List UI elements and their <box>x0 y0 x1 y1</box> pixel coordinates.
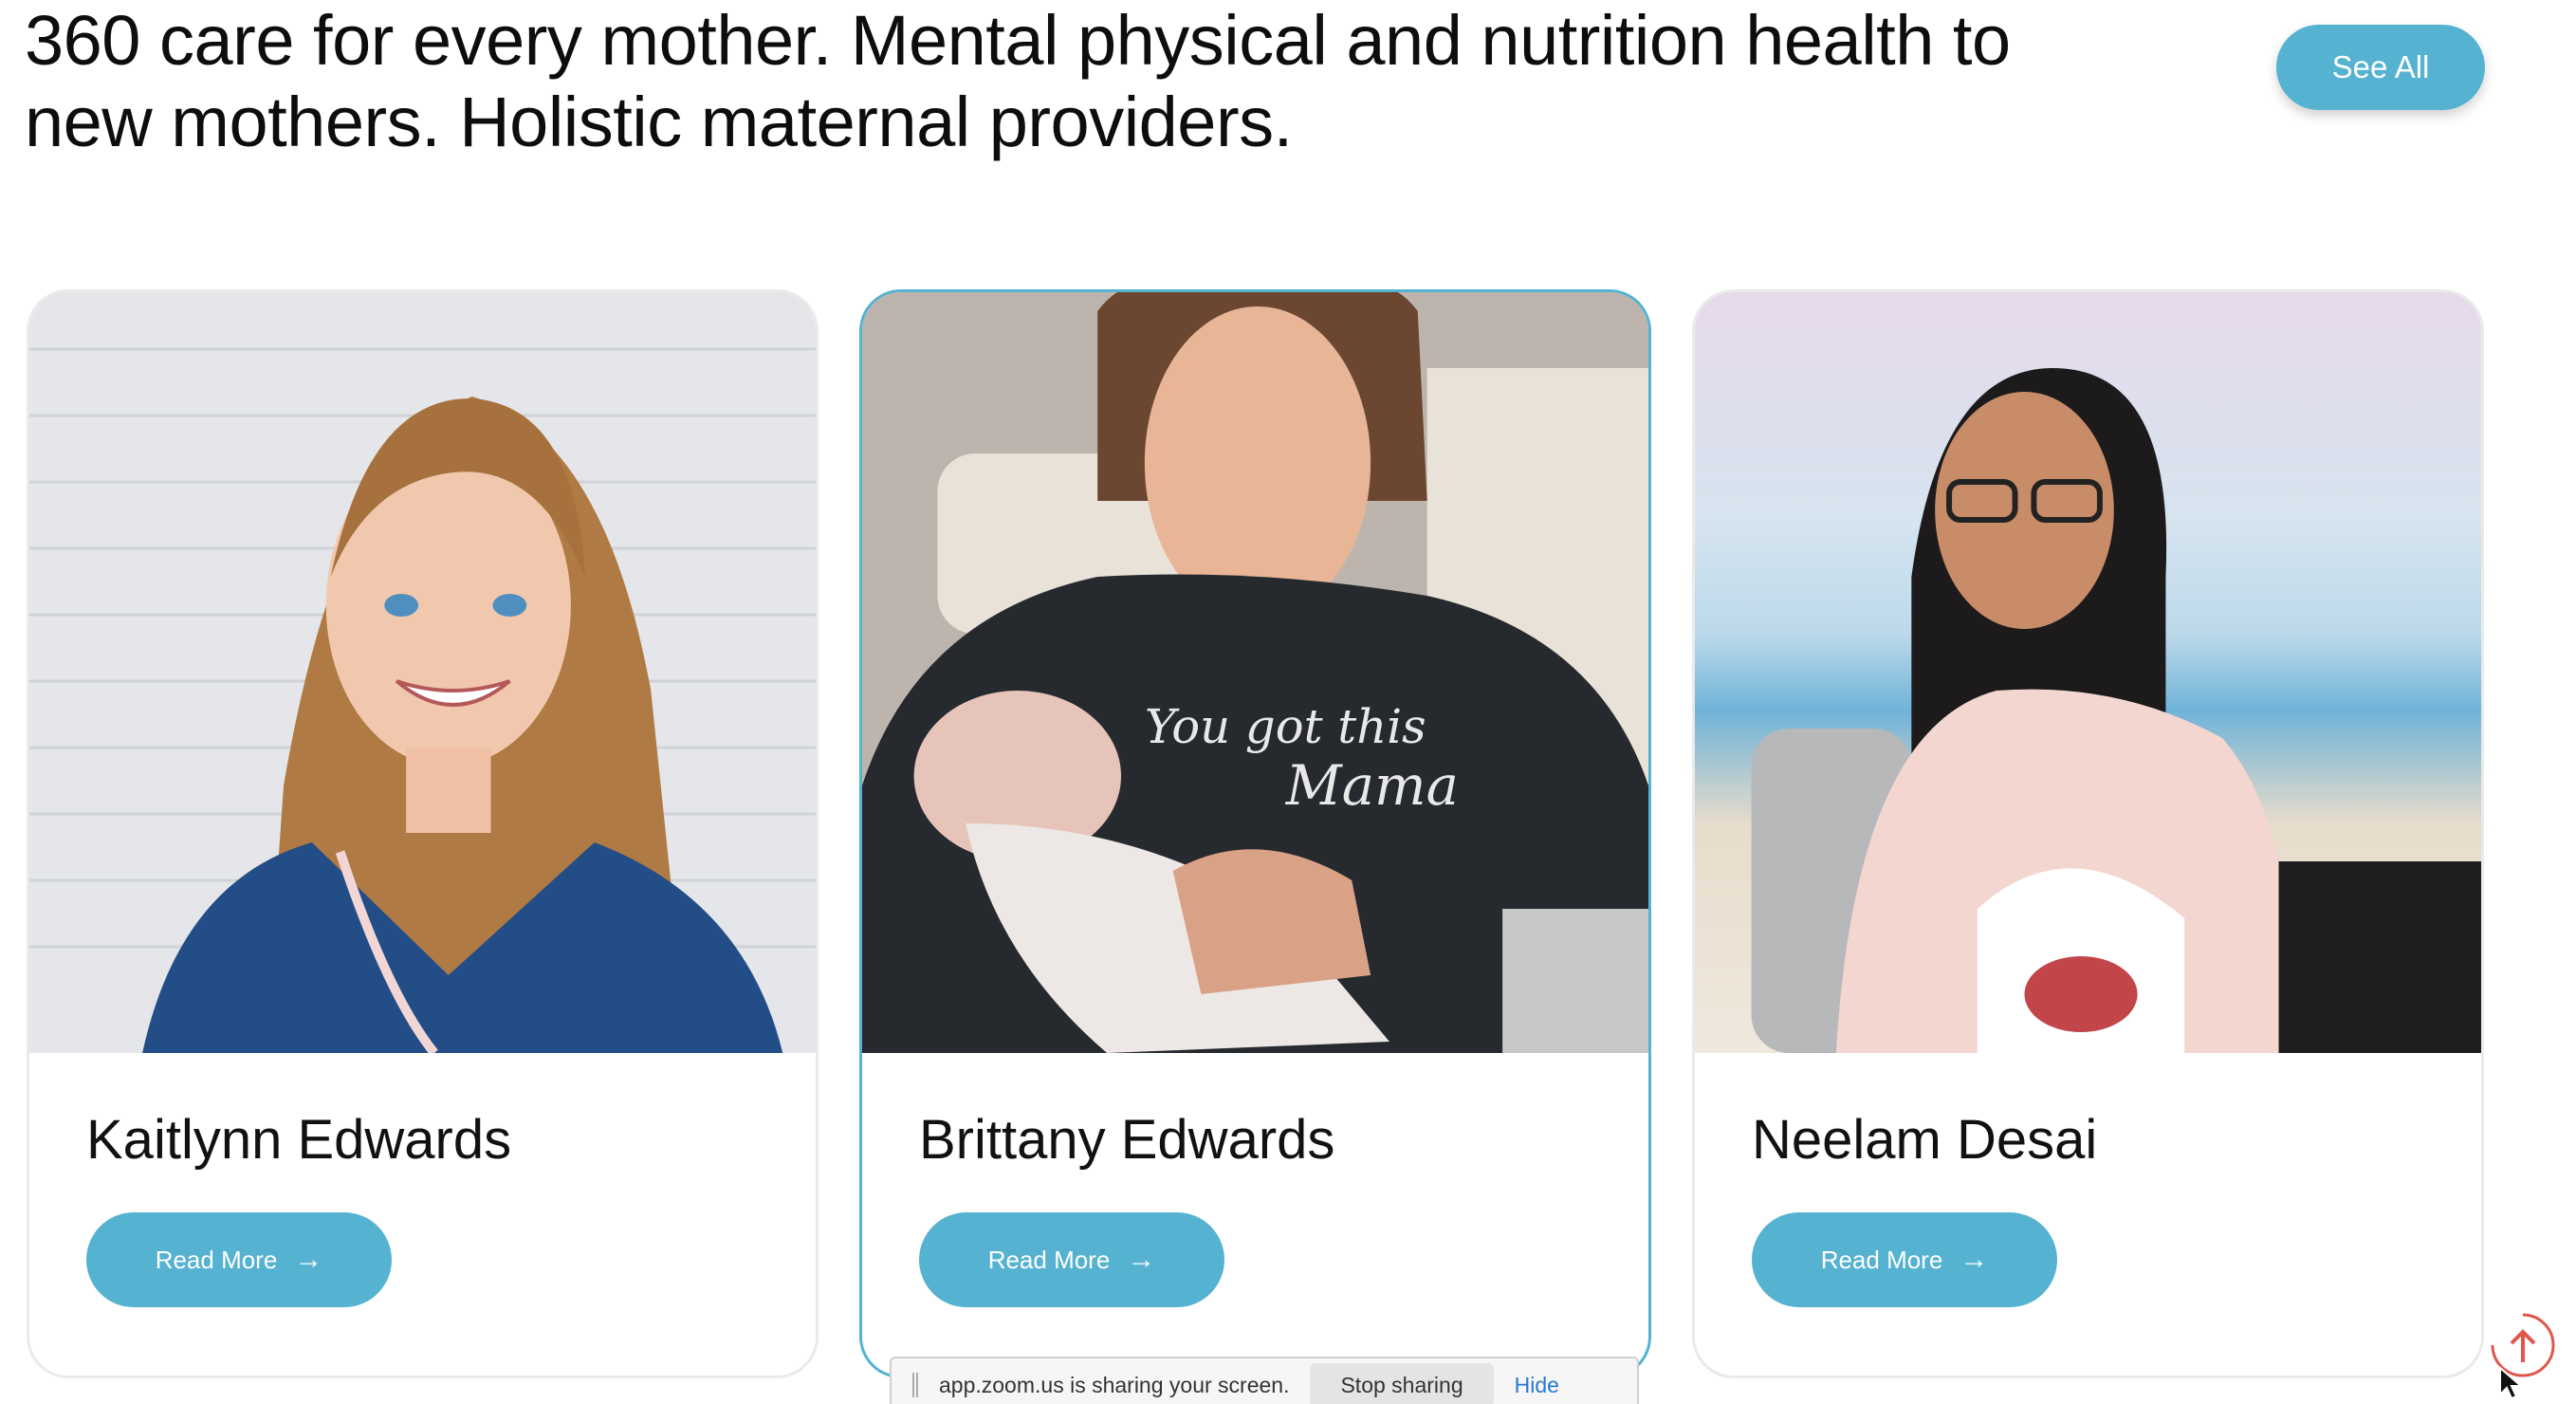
provider-photo <box>29 292 816 1053</box>
provider-name: Brittany Edwards <box>919 1109 1335 1171</box>
arrow-right-icon: → <box>1127 1244 1156 1275</box>
sweatshirt-text: You got this <box>1145 699 1426 754</box>
provider-name: Neelam Desai <box>1752 1109 2098 1171</box>
read-more-label: Read More <box>155 1245 278 1274</box>
hide-notice-link[interactable]: Hide <box>1515 1373 1559 1398</box>
see-all-button[interactable]: See All <box>2276 25 2485 110</box>
read-more-label: Read More <box>987 1245 1111 1274</box>
sweatshirt-text: Mama <box>1285 753 1459 818</box>
arrow-up-icon <box>2510 1329 2536 1362</box>
provider-card: Neelam Desai Read More → <box>1692 289 2484 1378</box>
stop-sharing-button[interactable]: Stop sharing <box>1310 1362 1494 1404</box>
provider-photo-image <box>1695 292 2481 1053</box>
page-headline: 360 care for every mother. Mental physic… <box>25 1 2011 161</box>
provider-photo <box>1695 292 2481 1053</box>
screen-share-message: app.zoom.us is sharing your screen. <box>939 1372 1290 1397</box>
provider-card: You got this Mama Brittany Edwards Read … <box>859 289 1651 1378</box>
arrow-right-icon: → <box>1960 1244 1989 1275</box>
provider-card: Kaitlynn Edwards Read More → <box>27 289 819 1378</box>
mouse-cursor-icon <box>2499 1366 2523 1400</box>
provider-photo: You got this Mama <box>862 292 1648 1053</box>
provider-name: Kaitlynn Edwards <box>86 1109 512 1171</box>
read-more-button[interactable]: Read More → <box>86 1212 392 1307</box>
scroll-to-top-button[interactable] <box>2485 1307 2561 1383</box>
read-more-button[interactable]: Read More → <box>919 1212 1224 1307</box>
page: 360 care for every mother. Mental physic… <box>0 0 2576 1404</box>
provider-photo-image: You got this Mama <box>862 292 1648 1053</box>
screen-share-notice: app.zoom.us is sharing your screen. Stop… <box>890 1357 1639 1404</box>
read-more-label: Read More <box>1820 1245 1943 1274</box>
drag-handle-icon[interactable] <box>912 1373 918 1397</box>
provider-photo-image <box>29 292 816 1053</box>
read-more-button[interactable]: Read More → <box>1752 1212 2057 1307</box>
arrow-right-icon: → <box>294 1244 323 1275</box>
